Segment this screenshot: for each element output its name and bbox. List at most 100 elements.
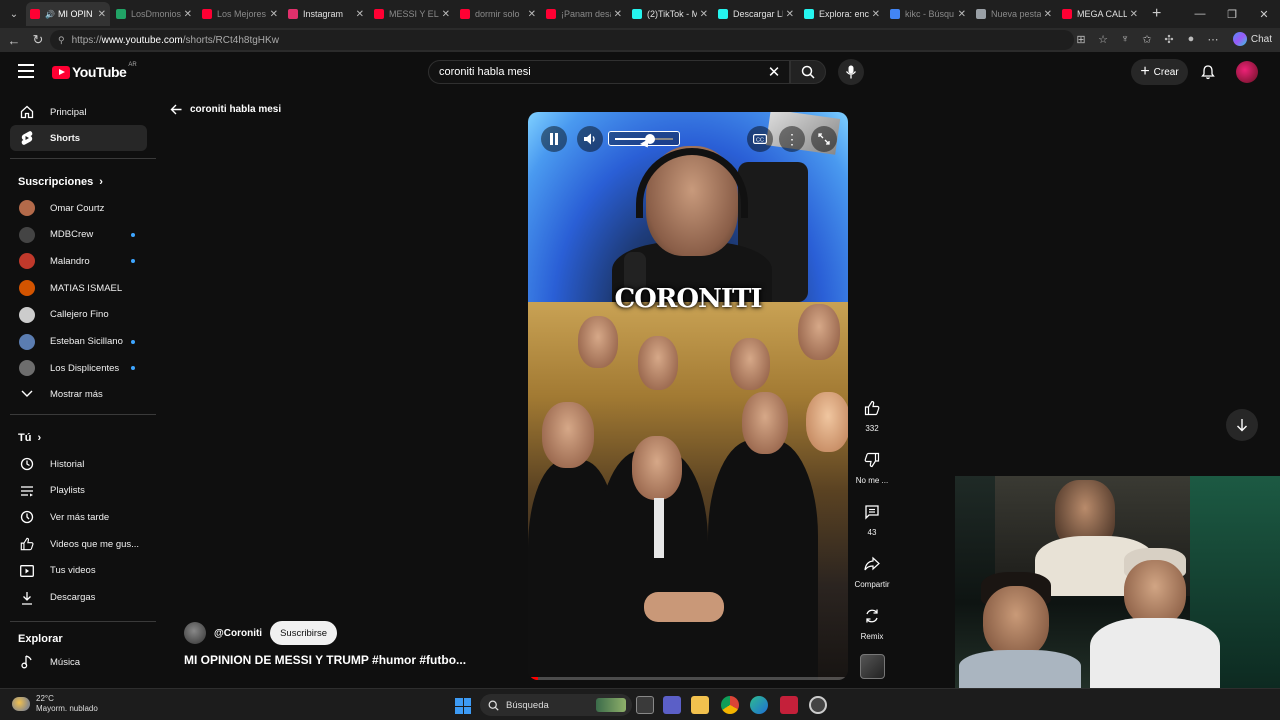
clear-search-icon[interactable]: ✕	[762, 60, 786, 84]
browser-tab[interactable]: Los Mejores ✕	[198, 2, 282, 26]
sidebar-item-watch-later[interactable]: Ver más tarde	[10, 504, 147, 530]
obs-icon[interactable]	[809, 696, 827, 714]
windows-start-icon[interactable]	[455, 698, 471, 714]
close-tab-icon[interactable]: ✕	[872, 9, 880, 20]
new-tab-icon[interactable]: +	[1152, 5, 1161, 23]
close-tab-icon[interactable]: ✕	[356, 9, 364, 20]
tab-audio-icon[interactable]: 🔊	[45, 10, 55, 19]
sidebar-item-like[interactable]: Videos que me gus...	[10, 531, 147, 557]
browser-tab[interactable]: ¡Panam desa ✕	[542, 2, 626, 26]
mute-button[interactable]	[577, 126, 603, 152]
like-button[interactable]	[852, 388, 892, 428]
subscribe-button[interactable]: Suscribirse	[270, 621, 338, 645]
sidebar-item-playlists[interactable]: Playlists	[10, 478, 147, 504]
sidebar-item-principal[interactable]: Principal	[10, 99, 147, 125]
sidebar-item-subscription[interactable]: Malandro	[10, 248, 147, 274]
taskbar-search[interactable]: Búsqueda	[480, 694, 632, 716]
search-button[interactable]	[790, 60, 826, 84]
sidebar-item-download[interactable]: Descargas	[10, 585, 147, 611]
more-options-button[interactable]: ⋮	[779, 126, 805, 152]
fullscreen-button[interactable]	[811, 126, 837, 152]
browser-tab[interactable]: Descargar LIV✕	[714, 2, 798, 26]
sidebar-item-shorts[interactable]: Shorts	[10, 125, 147, 151]
sidebar-item-subscription[interactable]: Esteban Sicillano	[10, 329, 147, 355]
browser-tab[interactable]: 🔊 MI OPIN ✕	[26, 2, 110, 26]
share-button[interactable]	[852, 544, 892, 584]
create-button[interactable]: + Crear	[1131, 59, 1188, 85]
browser-tab[interactable]: (2)TikTok - M ✕	[628, 2, 712, 26]
voice-search-button[interactable]	[838, 59, 864, 85]
close-tab-icon[interactable]: ✕	[1044, 9, 1052, 20]
youtube-logo[interactable]: YouTube AR	[52, 62, 137, 80]
favorites-icon[interactable]: ✩	[1140, 32, 1154, 46]
sidebar-item-subscription[interactable]: Los Displicentes	[10, 355, 147, 381]
captions-button[interactable]: CC	[747, 126, 773, 152]
reload-icon[interactable]: ↻	[26, 28, 50, 52]
sidebar-item-musica[interactable]: Música	[10, 649, 147, 675]
app-install-icon[interactable]: ⊞	[1074, 32, 1088, 46]
url-field[interactable]: ⚲ https://www.youtube.com/shorts/RCt4h8t…	[50, 30, 1074, 50]
comments-button[interactable]	[852, 492, 892, 532]
close-tab-icon[interactable]: ✕	[528, 9, 536, 20]
extensions-puzzle-icon[interactable]: ✣	[1162, 32, 1176, 46]
back-to-results[interactable]: coroniti habla mesi	[170, 104, 281, 115]
short-video-player[interactable]: CORONITI CC ⋮	[528, 112, 848, 680]
channel-avatar[interactable]	[184, 622, 206, 644]
browser-tab[interactable]: MESSI Y EL ✕	[370, 2, 454, 26]
restore-icon[interactable]: ❐	[1216, 0, 1248, 28]
browser-tab[interactable]: dormir solo ✕	[456, 2, 540, 26]
remix-button[interactable]	[852, 596, 892, 636]
browser-tab[interactable]: Instagram ✕	[284, 2, 368, 26]
browser-tab[interactable]: MEGA CALLE✕	[1058, 2, 1142, 26]
close-tab-icon[interactable]: ✕	[786, 9, 794, 20]
search-input[interactable]: coroniti habla mesi	[428, 60, 790, 84]
close-tab-icon[interactable]: ✕	[98, 9, 106, 20]
next-short-button[interactable]	[1226, 409, 1258, 441]
task-view-icon[interactable]	[636, 696, 654, 714]
edge-icon[interactable]	[750, 696, 768, 714]
browser-tab[interactable]: Nueva pesta ✕	[972, 2, 1056, 26]
notifications-button[interactable]	[1197, 62, 1219, 82]
browser-tab[interactable]: Explora: encu ✕	[800, 2, 884, 26]
hamburger-menu-icon[interactable]	[18, 64, 34, 78]
close-tab-icon[interactable]: ✕	[1130, 9, 1138, 20]
teams-icon[interactable]	[663, 696, 681, 714]
remix-audio-thumbnail[interactable]	[860, 654, 885, 679]
bookmark-star-icon[interactable]: ☆	[1096, 32, 1110, 46]
pause-button[interactable]	[541, 126, 567, 152]
file-explorer-icon[interactable]	[691, 696, 709, 714]
close-tab-icon[interactable]: ✕	[184, 9, 192, 20]
close-tab-icon[interactable]: ✕	[700, 9, 708, 20]
dislike-button[interactable]	[852, 440, 892, 480]
you-heading[interactable]: Tú ›	[18, 432, 41, 444]
back-nav-icon[interactable]: ←	[2, 28, 26, 52]
show-more-button[interactable]: Mostrar más	[10, 381, 147, 407]
close-tab-icon[interactable]: ✕	[958, 9, 966, 20]
sidebar-item-subscription[interactable]: Omar Courtz	[10, 195, 147, 221]
short-title[interactable]: MI OPINION DE MESSI Y TRUMP #humor #futb…	[184, 653, 504, 667]
sidebar-item-history[interactable]: Historial	[10, 451, 147, 477]
copilot-chat-button[interactable]: Chat	[1232, 32, 1272, 46]
browser-tab[interactable]: LosDmonios ✕	[112, 2, 196, 26]
close-tab-icon[interactable]: ✕	[614, 9, 622, 20]
site-info-icon[interactable]: ⚲	[58, 35, 65, 46]
browser-tab[interactable]: kikc - Búsqu ✕	[886, 2, 970, 26]
sidebar-item-subscription[interactable]: Callejero Fino	[10, 302, 147, 328]
close-tab-icon[interactable]: ✕	[270, 9, 278, 20]
sidebar-item-subscription[interactable]: MDBCrew	[10, 222, 147, 248]
profile-icon[interactable]: ●	[1184, 32, 1198, 46]
browser-menu-icon[interactable]: ⋯	[1206, 32, 1220, 46]
account-avatar[interactable]	[1236, 61, 1258, 83]
video-progress-bar[interactable]	[528, 677, 848, 680]
subscriptions-heading[interactable]: Suscripciones ›	[18, 176, 103, 188]
close-window-icon[interactable]: ✕	[1248, 0, 1280, 28]
sidebar-item-your-videos[interactable]: Tus videos	[10, 558, 147, 584]
tab-actions-icon[interactable]: ⌄	[4, 4, 24, 24]
sidebar-item-subscription[interactable]: MATIAS ISMAEL	[10, 275, 147, 301]
weather-widget[interactable]: 22°C Mayorm. nublado	[12, 694, 98, 714]
minimize-icon[interactable]: —	[1184, 0, 1216, 28]
extension-icon[interactable]: ♆	[1118, 32, 1132, 46]
close-tab-icon[interactable]: ✕	[442, 9, 450, 20]
channel-name[interactable]: @Coroniti	[214, 628, 262, 639]
chrome-icon[interactable]	[721, 696, 739, 714]
